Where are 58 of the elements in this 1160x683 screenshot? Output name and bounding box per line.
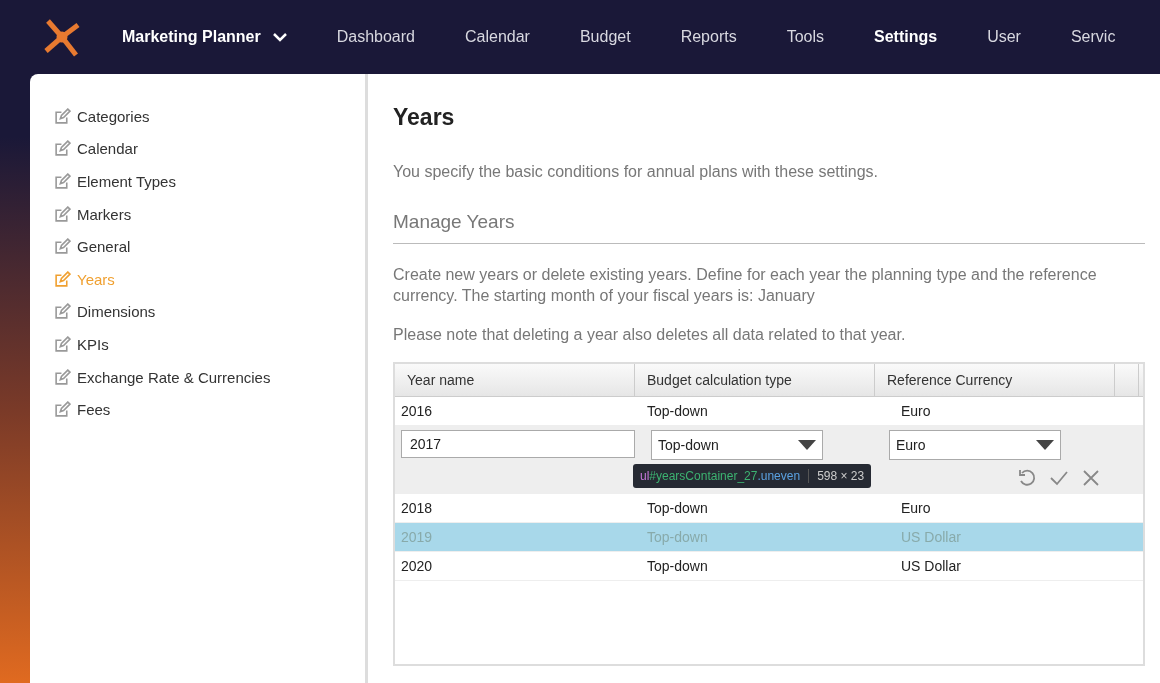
nav-tab[interactable]: Settings <box>874 28 938 46</box>
caret-icon[interactable] <box>798 440 816 450</box>
sidebar-item[interactable]: Categories <box>54 100 365 133</box>
nav-tab[interactable]: Reports <box>680 28 737 46</box>
table-cell-text: US Dollar <box>900 558 962 574</box>
edit-icon <box>54 303 71 321</box>
nav-tab[interactable]: Budget <box>579 28 631 46</box>
edit-icon <box>54 107 71 125</box>
sidebar-item[interactable]: General <box>54 230 365 263</box>
section-title: Manage Years <box>393 211 1145 244</box>
table-row[interactable]: 2020 Top-down US Dollar <box>395 552 1143 581</box>
sidebar-item[interactable]: KPIs <box>54 328 365 361</box>
sidebar-item[interactable]: Exchange Rate & Currencies <box>54 360 365 394</box>
column-header[interactable]: Reference Currency <box>875 364 1115 396</box>
edit-icon <box>54 205 71 223</box>
inspector-tooltip: ul#yearsContainer_27.uneven 598 × 23 <box>633 464 872 488</box>
sidebar-item[interactable]: Element Types <box>54 165 365 198</box>
table-cell-text: 2019 <box>400 529 434 545</box>
sidebar-item[interactable]: Calendar <box>54 132 365 166</box>
table-cell-text: 2018 <box>400 500 434 516</box>
sidebar-item[interactable]: Markers <box>54 197 365 231</box>
sidebar-item[interactable]: Fees <box>54 393 365 426</box>
table-cell-text: Euro <box>900 403 932 419</box>
column-header[interactable]: Budget calculation type <box>635 364 875 396</box>
nav-tab[interactable]: Servic <box>1070 28 1116 46</box>
table-cell-text: Euro <box>900 500 932 516</box>
column-header[interactable]: Year name <box>395 364 635 396</box>
product-switcher[interactable]: Marketing Planner <box>122 28 287 46</box>
edit-icon <box>54 173 71 190</box>
table-cell-text: US Dollar <box>900 529 962 545</box>
intro-text: You specify the basic conditions for annual plans with these settings. <box>393 163 880 181</box>
table-cell-text: 2020 <box>400 558 434 574</box>
page-title: Years <box>393 104 456 131</box>
sidebar-item[interactable]: Dimensions <box>54 295 365 329</box>
edit-icon <box>54 401 71 419</box>
caret-icon[interactable] <box>1036 440 1054 450</box>
table-cell-text: Top-down <box>646 558 709 574</box>
edit-icon <box>54 335 71 353</box>
dropdown[interactable]: Euro <box>889 430 1061 460</box>
year-name-input[interactable]: 2017 <box>401 430 635 458</box>
dropdown[interactable]: Top-down <box>651 430 823 460</box>
nav-tab[interactable]: Calendar <box>465 28 530 46</box>
table-cell-text: Top-down <box>646 529 709 545</box>
undo-icon[interactable] <box>1017 468 1037 488</box>
chevron-down-icon[interactable] <box>272 32 287 42</box>
table-cell-text: Top-down <box>646 500 709 516</box>
edit-icon <box>54 270 71 288</box>
edit-icon <box>54 140 71 158</box>
note-text: Please note that deleting a year also deletes all data related to that year. <box>393 326 907 344</box>
nav-tab[interactable]: Dashboard <box>336 28 415 46</box>
nav-tab[interactable]: User <box>987 28 1021 46</box>
nav-tab[interactable]: Tools <box>786 28 825 46</box>
description-text: Create new years or delete existing years. Define for each year the planning type and the reference currency. The starting month of your fiscal years is: January <box>393 265 1098 306</box>
edit-icon <box>54 368 71 386</box>
edit-icon <box>54 238 71 256</box>
close-icon[interactable] <box>1081 468 1101 488</box>
table-cell-text: Top-down <box>646 403 709 419</box>
table-cell-text: 2016 <box>400 403 434 419</box>
